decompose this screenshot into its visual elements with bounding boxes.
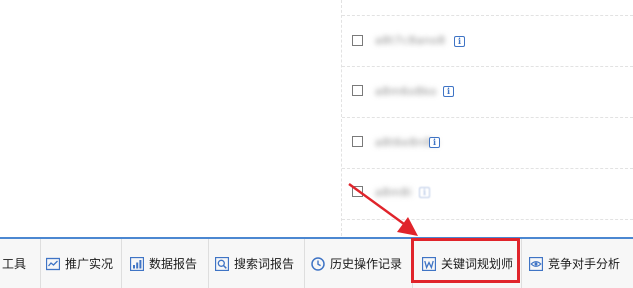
bar-chart-icon <box>130 256 144 271</box>
row-divider <box>342 219 633 220</box>
keyword-checkbox[interactable] <box>352 186 363 197</box>
keyword-row[interactable]: a8t7c8ano8 i <box>342 16 633 66</box>
keyword-list: a8t7c8ano8 i a8m6o8ko i a8t6e8n8o i a8m8… <box>342 0 633 236</box>
keyword-tool-screen: a8t7c8ano8 i a8m6o8ko i a8t6e8n8o i a8m8… <box>0 0 633 288</box>
line-chart-icon <box>46 257 60 270</box>
toolbar-item-label: 关键词规划师 <box>441 256 514 271</box>
toolbar-item-label: 推广实况 <box>65 256 114 271</box>
keyword-checkbox[interactable] <box>352 85 363 96</box>
eye-icon <box>529 256 543 271</box>
toolbar-item-label: 数据报告 <box>149 256 198 271</box>
keyword-row[interactable]: a8m6o8ko i <box>342 67 633 117</box>
toolbar-item-keyword-planner[interactable]: 关键词规划师 <box>422 239 518 288</box>
info-icon[interactable]: i <box>429 137 440 148</box>
toolbar-item-data-report[interactable]: 数据报告 <box>130 239 210 288</box>
w-document-icon <box>422 256 436 271</box>
clock-icon <box>311 256 325 271</box>
bottom-toolbar: 工具 推广实况 数据报告 搜索词报告 历史操作记录 关键词规划师 竞争对手分析 <box>0 237 633 288</box>
toolbar-divider <box>121 239 122 288</box>
toolbar-item-live-promotion[interactable]: 推广实况 <box>46 239 122 288</box>
toolbar-item-label: 竞争对手分析 <box>548 256 621 271</box>
toolbar-item-label: 搜索词报告 <box>234 256 295 271</box>
info-icon[interactable]: i <box>419 187 430 198</box>
keyword-row[interactable]: a8t6e8n8o i <box>342 118 633 168</box>
toolbar-divider <box>208 239 209 288</box>
keyword-text: a8t7c8ano8 <box>375 34 446 47</box>
keyword-text: a8m8i <box>375 186 413 199</box>
keyword-text: a8m6o8ko <box>375 85 437 98</box>
toolbar-divider <box>40 239 41 288</box>
info-icon[interactable]: i <box>443 86 454 97</box>
toolbar-item-search-term-report[interactable]: 搜索词报告 <box>215 239 305 288</box>
toolbar-divider <box>521 239 522 288</box>
toolbar-item-tools[interactable]: 工具 <box>2 239 40 288</box>
search-report-icon <box>215 256 229 271</box>
toolbar-divider <box>412 239 413 288</box>
keyword-checkbox[interactable] <box>352 35 363 46</box>
keyword-row[interactable]: a8m8i i <box>342 169 633 219</box>
toolbar-item-competitor-analysis[interactable]: 竞争对手分析 <box>529 239 631 288</box>
info-icon[interactable]: i <box>454 36 465 47</box>
toolbar-item-label: 历史操作记录 <box>330 256 403 271</box>
toolbar-item-history-log[interactable]: 历史操作记录 <box>311 239 411 288</box>
toolbar-divider <box>304 239 305 288</box>
toolbar-item-label: 工具 <box>2 256 27 271</box>
keyword-checkbox[interactable] <box>352 136 363 147</box>
